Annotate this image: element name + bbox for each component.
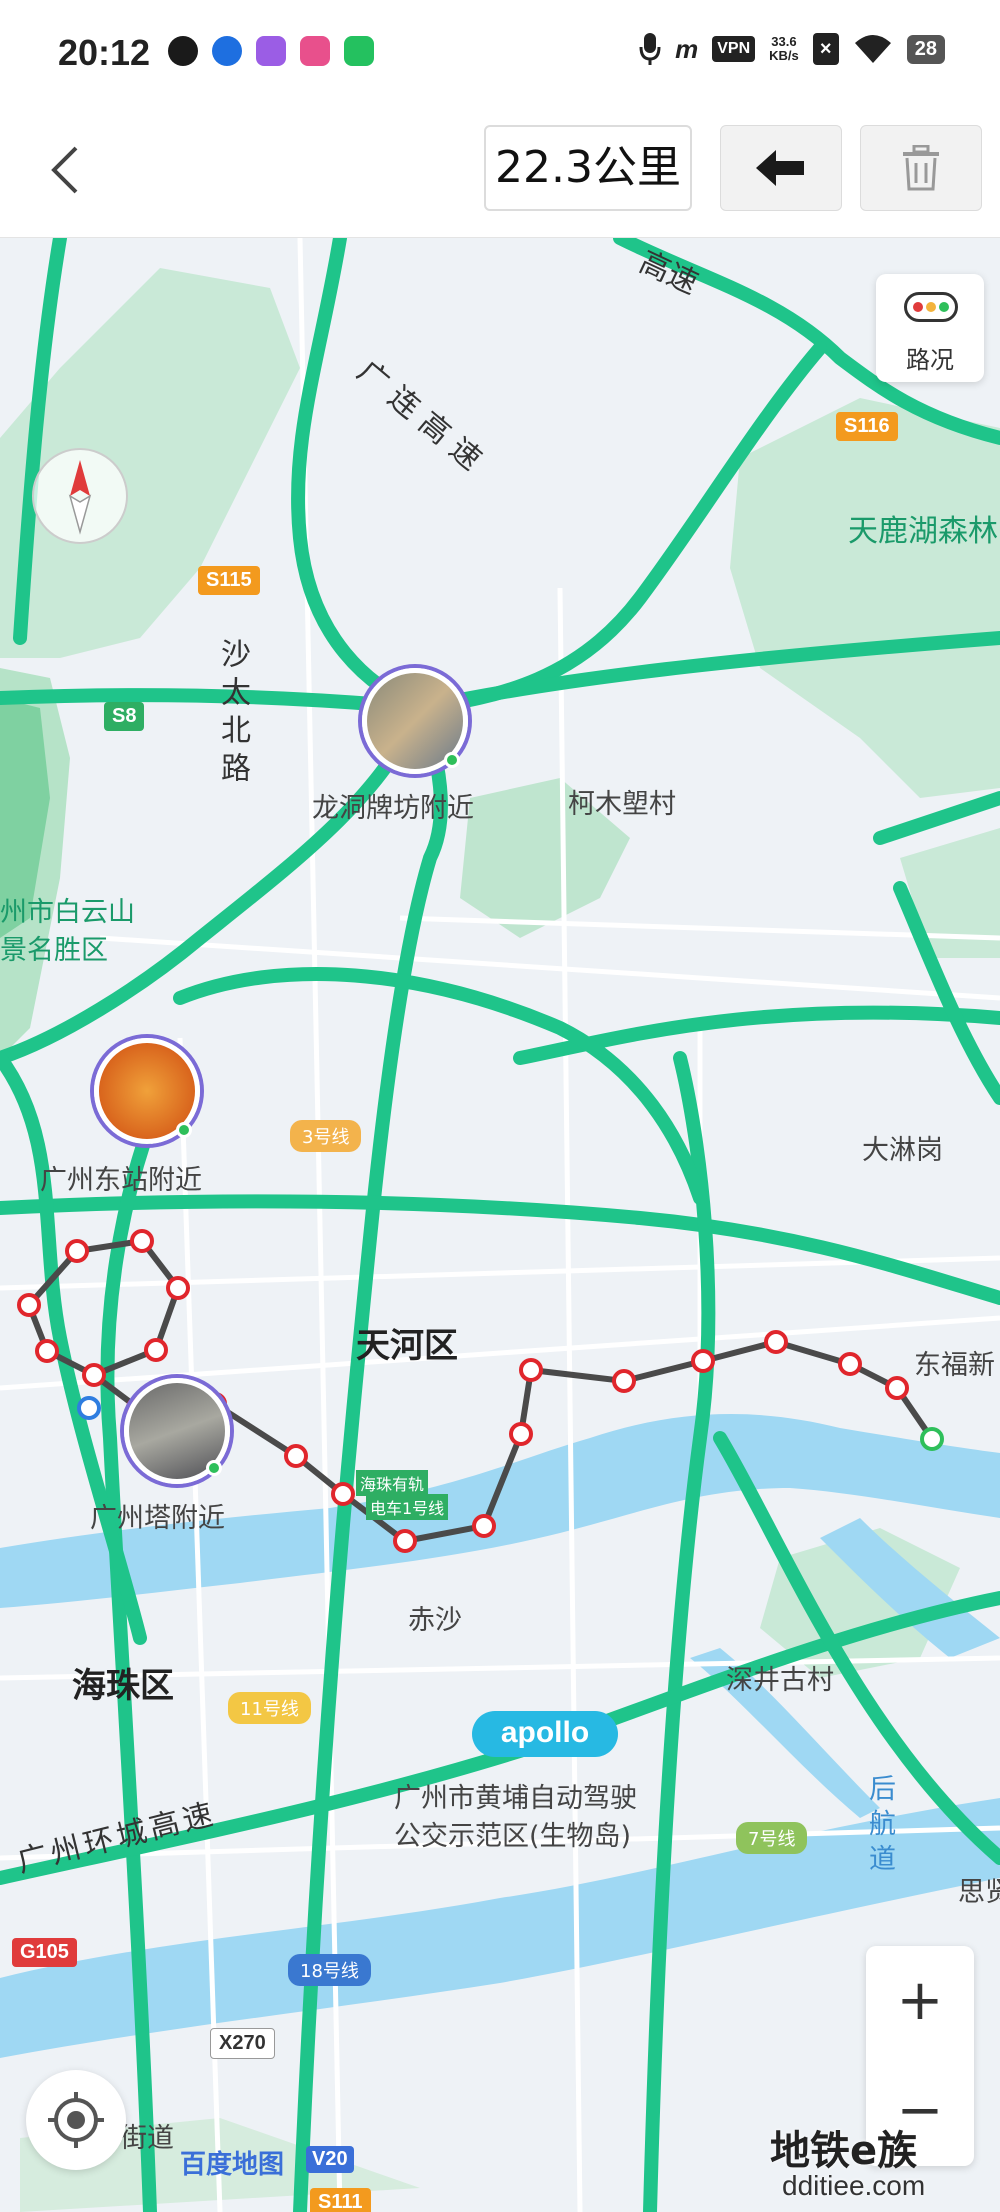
shield-s115: S115	[198, 566, 260, 595]
label-tram-2: 电车1号线	[366, 1494, 449, 1520]
label-shatai-north-road: 沙太北路	[215, 638, 250, 790]
poi-canton-tower-dot	[206, 1460, 222, 1476]
status-right: m VPN 33.6 KB/s × 28	[639, 32, 945, 66]
label-dalinggang: 大淋岗	[862, 1135, 943, 1166]
app-icon	[256, 36, 286, 66]
shield-x270: X270	[210, 2028, 275, 2059]
label-jiedao: 街道	[120, 2123, 174, 2154]
wechat-icon	[344, 36, 374, 66]
shield-s111: S111	[310, 2188, 371, 2212]
shield-s8: S8	[104, 702, 145, 731]
traffic-light-icon	[904, 292, 958, 322]
qq-icon	[168, 36, 198, 66]
distance-readout: 22.3公里	[484, 125, 692, 211]
label-huangpu-2: 公交示范区(生物岛)	[394, 1821, 632, 1852]
no-sim-icon: ×	[812, 33, 839, 65]
label-tianhe: 天河区	[356, 1326, 458, 1366]
measure-toolbar: 22.3公里	[0, 110, 1000, 238]
label-shenjing: 深井古村	[726, 1665, 834, 1696]
wifi-icon	[854, 35, 891, 63]
label-haizhu: 海珠区	[72, 1666, 174, 1706]
battery-indicator: 28	[906, 34, 945, 64]
metro-line-18: 18号线	[288, 1954, 371, 1986]
browser-icon	[212, 36, 242, 66]
clear-button[interactable]	[860, 125, 982, 211]
crosshair-icon	[48, 2092, 104, 2148]
undo-button[interactable]	[720, 125, 842, 211]
left-arrow-icon	[756, 150, 804, 186]
locate-button[interactable]	[26, 2070, 126, 2170]
carrier-icon: m	[675, 33, 699, 64]
trash-icon	[903, 145, 939, 191]
label-guangzhou-east: 广州东站附近	[40, 1165, 202, 1196]
compass-button[interactable]	[32, 448, 128, 544]
shield-g105: G105	[12, 1938, 77, 1967]
label-baiyun-mountain-1: 州市白云山	[0, 897, 135, 928]
label-tianlu-lake: 天鹿湖森林	[848, 514, 998, 549]
label-baiyun-mountain-2: 景名胜区	[0, 935, 108, 966]
map-canvas[interactable]: 广连高速 高速 天鹿湖森林 沙太北路 龙洞牌坊附近 柯木塱村 州市白云山 景名胜…	[0, 238, 1000, 2212]
zoom-in-button[interactable]: +	[866, 1946, 974, 2054]
label-huangpu-1: 广州市黄埔自动驾驶	[394, 1783, 637, 1814]
speed-unit: KB/s	[769, 48, 799, 63]
label-kemushuo: 柯木塱村	[568, 789, 676, 820]
status-time: 20:12	[58, 32, 151, 73]
traffic-label: 路况	[906, 346, 954, 374]
baidu-map-logo: 百度地图	[180, 2150, 285, 2180]
vpn-icon: VPN	[712, 36, 756, 62]
label-tram-1: 海珠有轨	[356, 1470, 429, 1496]
notification-icons	[168, 36, 374, 66]
label-houhang: 后航道	[864, 1774, 895, 1879]
metro-line-7: 7号线	[736, 1822, 808, 1854]
back-arrow-icon[interactable]	[36, 140, 96, 200]
speed-value: 33.6	[771, 34, 797, 49]
label-chisha: 赤沙	[408, 1605, 462, 1636]
compass-icon	[68, 460, 92, 535]
poi-longdong-dot	[444, 752, 460, 768]
microphone-icon	[639, 33, 661, 65]
label-sijia: 思贤	[958, 1877, 1000, 1908]
status-bar: 20:12 m VPN 33.6 KB/s × 28	[0, 0, 1000, 110]
label-dongfu: 东福新	[914, 1350, 995, 1381]
poi-guangzhou-east-dot	[176, 1122, 192, 1138]
metro-line-3: 3号线	[290, 1120, 362, 1152]
label-longdong: 龙洞牌坊附近	[312, 793, 474, 824]
baidu-map-version: V20	[306, 2146, 354, 2173]
metro-line-11: 11号线	[228, 1692, 311, 1724]
label-canton-tower: 广州塔附近	[90, 1503, 225, 1534]
network-speed: 33.6 KB/s	[769, 35, 799, 63]
shield-s116: S116	[836, 412, 898, 441]
apollo-badge: apollo	[472, 1711, 618, 1757]
watermark-url: dditiee.com	[782, 2170, 926, 2201]
video-app-icon	[300, 36, 330, 66]
traffic-toggle-button[interactable]: 路况	[876, 274, 984, 382]
watermark: 地铁e族	[770, 2128, 918, 2174]
